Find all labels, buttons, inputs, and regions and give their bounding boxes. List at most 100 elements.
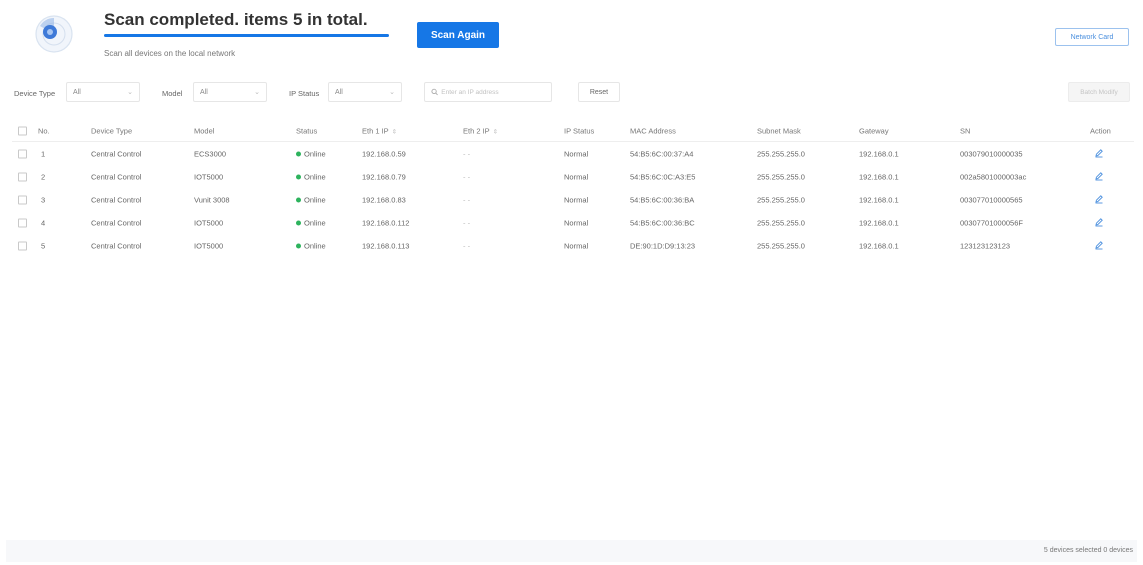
select-all-checkbox[interactable] — [18, 126, 27, 136]
eth1-ip-cell: 192.168.0.113 — [362, 241, 410, 250]
model-cell: IOT5000 — [194, 172, 224, 181]
table-row: 5 Central Control IOT5000 Online 192.168… — [12, 234, 1134, 257]
ip-status-cell: Normal — [564, 195, 589, 204]
gateway-cell: 192.168.0.1 — [859, 172, 899, 181]
edit-icon[interactable] — [1094, 194, 1104, 206]
row-checkbox[interactable] — [18, 241, 27, 250]
column-header-action: Action — [1090, 126, 1111, 136]
batch-modify-button[interactable]: Batch Modify — [1068, 82, 1130, 102]
row-number: 1 — [41, 149, 46, 158]
status-text: Online — [304, 149, 326, 158]
row-number: 5 — [41, 241, 46, 250]
edit-icon[interactable] — [1094, 171, 1104, 183]
row-checkbox[interactable] — [18, 149, 27, 158]
sn-cell: 123123123123 — [960, 241, 1011, 250]
ip-status-cell: Normal — [564, 149, 589, 158]
column-header-no: No. — [38, 126, 50, 136]
device-count-summary: 5 devices selected 0 devices — [1043, 547, 1133, 554]
eth2-ip-cell: - - — [463, 218, 471, 227]
device-type-select[interactable]: All ⌄ — [66, 82, 140, 102]
reset-button[interactable]: Reset — [578, 82, 620, 102]
eth1-ip-cell: 192.168.0.83 — [362, 195, 406, 204]
edit-icon[interactable] — [1094, 217, 1104, 229]
model-select[interactable]: All ⌄ — [193, 82, 267, 102]
scan-progress-bar — [104, 34, 389, 37]
scan-progress-fill — [104, 34, 389, 37]
device-type-cell: Central Control — [91, 195, 142, 204]
ip-status-cell: Normal — [564, 218, 589, 227]
subnet-mask-cell: 255.255.255.0 — [757, 218, 805, 227]
search-icon — [431, 88, 438, 96]
status-text: Online — [304, 241, 326, 250]
row-checkbox[interactable] — [18, 195, 27, 204]
row-number: 2 — [41, 172, 46, 181]
eth2-ip-cell: - - — [463, 195, 471, 204]
model-cell: IOT5000 — [194, 241, 224, 250]
row-checkbox[interactable] — [18, 218, 27, 227]
status-cell: Online — [296, 195, 326, 204]
status-cell: Online — [296, 241, 326, 250]
ip-status-select[interactable]: All ⌄ — [328, 82, 402, 102]
row-checkbox[interactable] — [18, 172, 27, 181]
edit-icon[interactable] — [1094, 148, 1104, 160]
ip-search-input[interactable] — [441, 88, 545, 96]
status-text: Online — [304, 172, 326, 181]
gateway-cell: 192.168.0.1 — [859, 218, 899, 227]
mac-address-cell: 54:B5:6C:00:36:BC — [630, 218, 695, 227]
sort-icon[interactable]: ⇕ — [392, 130, 397, 136]
subnet-mask-cell: 255.255.255.0 — [757, 172, 805, 181]
table-header-row: No. Device Type Model Status Eth 1 IP ⇕ E… — [12, 121, 1134, 142]
column-header-status: Status — [296, 126, 318, 136]
status-text: Online — [304, 195, 326, 204]
eth2-ip-cell: - - — [463, 172, 471, 181]
mac-address-cell: 54:B5:6C:00:37:A4 — [630, 149, 694, 158]
column-header-eth2-ip[interactable]: Eth 2 IP ⇕ — [463, 127, 498, 136]
network-card-button[interactable]: Network Card — [1055, 28, 1129, 46]
ip-status-cell: Normal — [564, 172, 589, 181]
column-header-model: Model — [194, 126, 215, 136]
online-dot-icon — [296, 174, 301, 180]
device-table: No. Device Type Model Status Eth 1 IP ⇕ E… — [12, 121, 1134, 257]
table-row: 1 Central Control ECS3000 Online 192.168… — [12, 142, 1134, 165]
scan-again-button[interactable]: Scan Again — [417, 22, 499, 48]
status-cell: Online — [296, 172, 326, 181]
ip-search-box[interactable] — [424, 82, 552, 102]
column-header-sn: SN — [960, 126, 971, 136]
sn-cell: 003079010000035 — [960, 149, 1023, 158]
chevron-down-icon: ⌄ — [389, 89, 395, 96]
eth2-ip-cell: - - — [463, 241, 471, 250]
sn-cell: 002a5801000003ac — [960, 172, 1027, 181]
chevron-down-icon: ⌄ — [254, 89, 260, 96]
online-dot-icon — [296, 220, 301, 226]
eth1-ip-cell: 192.168.0.59 — [362, 149, 406, 158]
status-text: Online — [304, 218, 326, 227]
scan-title: Scan completed. items 5 in total. — [104, 10, 368, 29]
mac-address-cell: 54:B5:6C:00:36:BA — [630, 195, 695, 204]
device-type-cell: Central Control — [91, 149, 142, 158]
eth2-ip-cell: - - — [463, 149, 471, 158]
column-header-subnet-mask: Subnet Mask — [757, 126, 801, 136]
column-header-device-type: Device Type — [91, 126, 133, 136]
model-cell: ECS3000 — [194, 149, 227, 158]
table-row: 2 Central Control IOT5000 Online 192.168… — [12, 165, 1134, 188]
edit-icon[interactable] — [1094, 240, 1104, 252]
table-row: 3 Central Control Vunit 3008 Online 192.… — [12, 188, 1134, 211]
eth1-ip-cell: 192.168.0.79 — [362, 172, 406, 181]
table-row: 4 Central Control IOT5000 Online 192.168… — [12, 211, 1134, 234]
online-dot-icon — [296, 243, 301, 249]
status-cell: Online — [296, 149, 326, 158]
eth1-ip-cell: 192.168.0.112 — [362, 218, 410, 227]
model-label: Model — [162, 89, 183, 98]
eth1-ip-label: Eth 1 IP — [362, 126, 389, 136]
column-header-ip-status: IP Status — [564, 126, 595, 136]
model-value: All — [200, 88, 208, 96]
subnet-mask-cell: 255.255.255.0 — [757, 241, 805, 250]
sort-icon[interactable]: ⇕ — [493, 130, 498, 136]
device-type-value: All — [73, 88, 81, 96]
online-dot-icon — [296, 197, 301, 203]
device-type-cell: Central Control — [91, 218, 142, 227]
column-header-eth1-ip[interactable]: Eth 1 IP ⇕ — [362, 127, 397, 136]
column-header-mac-address: MAC Address — [630, 126, 676, 136]
gateway-cell: 192.168.0.1 — [859, 195, 899, 204]
device-type-cell: Central Control — [91, 172, 142, 181]
